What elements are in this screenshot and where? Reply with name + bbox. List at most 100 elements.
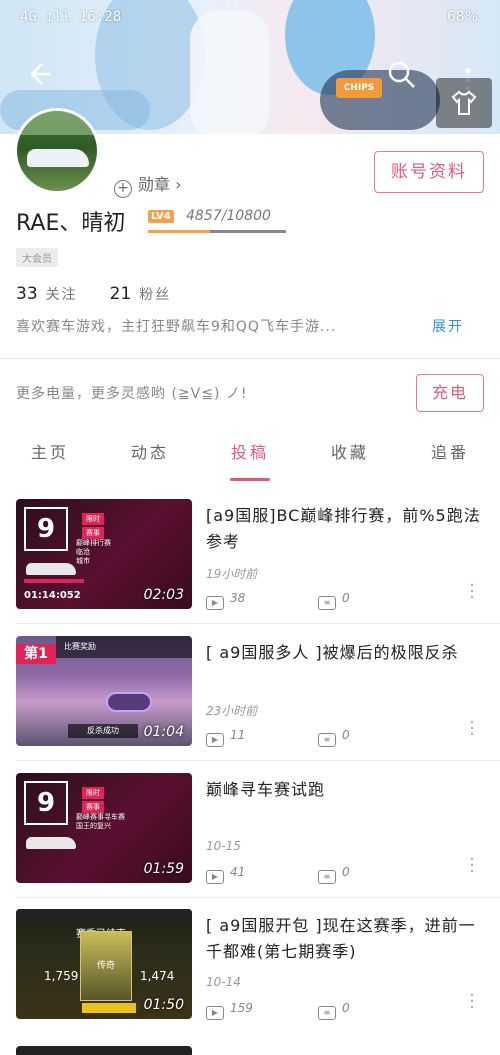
shirt-icon (451, 90, 477, 115)
tab-dynamics[interactable]: 动态 (100, 436, 200, 486)
banner-chips-label: CHIPS (336, 78, 382, 98)
dress-up-button[interactable] (436, 78, 492, 128)
video-more-icon[interactable]: · · · (466, 851, 478, 881)
video-time: 10-15 (206, 839, 241, 853)
video-thumbnail-partial (16, 1046, 192, 1055)
video-time: 19小时前 (206, 567, 258, 581)
tab-label: 投稿 (230, 443, 269, 462)
tab-bangumi[interactable]: 追番 (400, 436, 500, 486)
plus-icon: + (114, 180, 132, 198)
video-duration: 01:04 (143, 724, 184, 740)
tab-favorites[interactable]: 收藏 (300, 436, 400, 486)
play-count: ▶ 159 (206, 1001, 253, 1020)
thumb-art (16, 909, 192, 923)
video-thumbnail[interactable]: 9 限时 赛事 巅峰排行赛 临沧 城市 01:14:052 02:03 (16, 499, 192, 609)
tab-submissions[interactable]: 投稿 (200, 436, 300, 486)
back-arrow-icon[interactable] (20, 60, 56, 96)
play-icon: ▶ (206, 1006, 224, 1020)
danmaku-icon: ≡ (318, 733, 336, 747)
video-duration: 01:50 (143, 997, 184, 1013)
thumb-tag: 赛事 (82, 801, 104, 813)
video-title[interactable]: [ a9国服开包 ]现在这赛季，进前一千都难(第七期赛季) (206, 913, 488, 965)
danmaku-count: ≡ 0 (318, 865, 350, 884)
danmaku-count: ≡ 0 (318, 1001, 350, 1020)
medal-link[interactable]: + 勋章 › (114, 171, 182, 198)
divider (16, 897, 500, 898)
exp-progress-bar (148, 230, 286, 233)
vip-tag: 大会员 (16, 248, 58, 267)
thumb-tag: 限时 (82, 787, 104, 799)
charge-slogan: 更多电量，更多灵感哟 (≧V≦) ノ! (16, 386, 248, 402)
danmaku-icon: ≡ (318, 870, 336, 884)
thumb-tag: 限时 (82, 513, 104, 525)
video-thumbnail[interactable]: 赛季已结束 传奇 1,759 1,474 01:50 (16, 909, 192, 1019)
thumb-timer: 01:14:052 (24, 590, 81, 601)
thumb-text: 巅峰赛事寻车赛 国王的复兴 (76, 813, 125, 830)
video-item[interactable]: 9 限时 赛事 巅峰排行赛 临沧 城市 01:14:052 02:03 [a9国服]… (0, 499, 500, 635)
status-battery: 68% (446, 9, 478, 25)
video-time: 23小时前 (206, 704, 258, 718)
thumb-rank: 第1 (16, 644, 56, 664)
video-title[interactable]: [a9国服]BC巅峰排行赛，前%5跑法参考 (206, 503, 488, 555)
thumb-card: 传奇 (80, 931, 132, 1001)
video-item[interactable]: 赛季已结束 传奇 1,759 1,474 01:50 [ a9国服开包 ]现在这… (0, 909, 500, 1045)
play-count: ▶ 11 (206, 728, 245, 747)
video-item[interactable]: 比赛奖励 第1 反杀成功 01:04 [ a9国服多人 ]被爆后的极限反杀 23… (0, 636, 500, 772)
status-bar: 4G ıll 16:28 68% (0, 0, 500, 36)
video-thumbnail[interactable]: 比赛奖励 第1 反杀成功 01:04 (16, 636, 192, 746)
avatar-art (17, 111, 97, 135)
video-title[interactable]: 巅峰寻车赛试跑 (206, 777, 488, 803)
exp-progress-fill (148, 230, 211, 233)
thumb-text: 巅峰排行赛 临沧 城市 (76, 539, 111, 565)
video-duration: 01:59 (143, 861, 184, 877)
profile-tabs: 主页 动态 投稿 收藏 追番 (0, 436, 500, 486)
medal-label: 勋章 (138, 175, 171, 194)
follow-stats: 33 关注 21 粉丝 (16, 284, 203, 304)
thumb-car-art (26, 837, 76, 849)
thumb-overlay: 反杀成功 (68, 724, 138, 738)
bio-text: 喜欢赛车游戏，主打狂野飙车9和QQ飞车手游... (16, 319, 337, 335)
video-title[interactable]: [ a9国服多人 ]被爆后的极限反杀 (206, 640, 488, 666)
video-more-icon[interactable]: · · · (466, 987, 478, 1017)
thumb-tag: 赛事 (82, 527, 104, 539)
avatar-car-art (27, 149, 89, 167)
divider (16, 760, 500, 761)
account-info-button[interactable]: 账号资料 (374, 151, 484, 193)
danmaku-icon: ≡ (318, 596, 336, 610)
chevron-right-icon: › (170, 175, 182, 194)
following-count[interactable]: 33 (16, 284, 38, 304)
tab-label: 动态 (130, 443, 169, 462)
play-count: ▶ 41 (206, 865, 245, 884)
divider (16, 623, 500, 624)
thumb-text: 比赛奖励 (56, 636, 192, 658)
danmaku-count: ≡ 0 (318, 591, 350, 610)
video-item[interactable]: 9 限时 赛事 巅峰赛事寻车赛 国王的复兴 01:59 巅峰寻车赛试跑 10-15… (0, 773, 500, 909)
video-thumbnail[interactable]: 9 限时 赛事 巅峰赛事寻车赛 国王的复兴 01:59 (16, 773, 192, 883)
avatar[interactable] (14, 108, 100, 194)
thumb-logo: 9 (24, 781, 68, 825)
thumb-car-art (26, 563, 76, 575)
tab-label: 收藏 (330, 443, 369, 462)
tab-label: 主页 (30, 443, 69, 462)
play-icon: ▶ (206, 596, 224, 610)
expand-bio-link[interactable]: 展开 (432, 316, 464, 336)
divider (0, 358, 500, 359)
video-more-icon[interactable]: · · · (466, 714, 478, 744)
play-count: ▶ 38 (206, 591, 245, 610)
search-icon[interactable] (384, 60, 420, 96)
tab-label: 追番 (430, 443, 469, 462)
status-left: 4G ıll 16:28 (20, 9, 122, 25)
active-tab-indicator (230, 478, 270, 481)
tab-home[interactable]: 主页 (0, 436, 100, 486)
fans-label[interactable]: 粉丝 (139, 287, 171, 303)
danmaku-icon: ≡ (318, 1006, 336, 1020)
play-icon: ▶ (206, 733, 224, 747)
video-time: 10-14 (206, 975, 241, 989)
exp-text: 4857/10800 (186, 208, 271, 224)
charge-button[interactable]: 充电 (416, 374, 484, 412)
fans-count[interactable]: 21 (110, 284, 132, 304)
video-more-icon[interactable]: · · · (466, 577, 478, 607)
thumb-art (24, 579, 84, 583)
video-duration: 02:03 (143, 587, 184, 603)
following-label[interactable]: 关注 (46, 287, 78, 303)
